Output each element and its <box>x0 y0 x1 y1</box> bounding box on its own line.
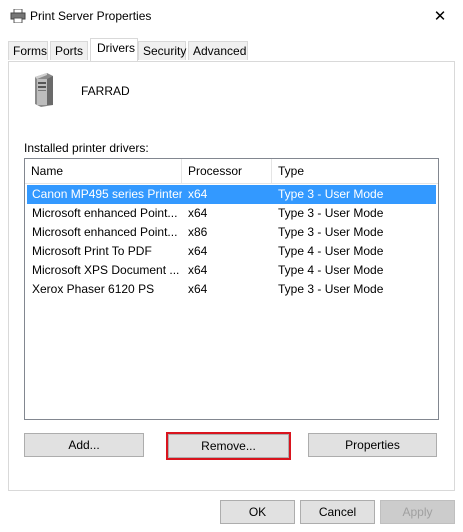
tab-strip: Forms Ports Drivers Security Advanced <box>8 38 455 62</box>
tab-security[interactable]: Security <box>138 41 186 60</box>
button-label: Properties <box>345 438 400 452</box>
driver-type: Type 4 - User Mode <box>278 244 384 258</box>
ok-button[interactable]: OK <box>220 500 295 524</box>
close-button[interactable]: ✕ <box>417 0 463 32</box>
tab-drivers[interactable]: Drivers <box>90 38 138 61</box>
driver-name: Xerox Phaser 6120 PS <box>32 282 155 296</box>
driver-type: Type 3 - User Mode <box>278 206 384 220</box>
drivers-panel: FARRAD Installed printer drivers: Name P… <box>8 61 455 491</box>
column-label: Name <box>31 164 64 178</box>
tab-advanced[interactable]: Advanced <box>188 41 248 60</box>
tab-label: Drivers <box>97 41 135 55</box>
close-icon: ✕ <box>433 8 447 25</box>
window-title: Print Server Properties <box>30 9 152 23</box>
table-row[interactable]: Microsoft XPS Document ... x64 Type 4 - … <box>27 261 436 280</box>
button-label: OK <box>248 505 267 519</box>
button-label: Apply <box>402 505 433 519</box>
tab-ports[interactable]: Ports <box>50 41 88 60</box>
driver-processor: x64 <box>188 282 208 296</box>
driver-name: Microsoft XPS Document ... <box>32 263 180 277</box>
column-header-processor[interactable]: Processor <box>182 159 272 184</box>
driver-name: Canon MP495 series Printer <box>32 187 182 201</box>
button-label: Cancel <box>318 505 357 519</box>
tab-label: Security <box>143 44 187 58</box>
tab-forms[interactable]: Forms <box>8 41 48 60</box>
remove-button[interactable]: Remove... <box>168 434 289 458</box>
column-header-type[interactable]: Type <box>272 159 438 184</box>
driver-processor: x64 <box>188 263 208 277</box>
apply-button[interactable]: Apply <box>380 500 455 524</box>
installed-drivers-label: Installed printer drivers: <box>24 141 149 155</box>
printer-icon <box>10 9 26 23</box>
cancel-button[interactable]: Cancel <box>300 500 375 524</box>
table-row[interactable]: Xerox Phaser 6120 PS x64 Type 3 - User M… <box>27 280 436 299</box>
tab-label: Ports <box>55 44 84 58</box>
driver-type: Type 3 - User Mode <box>278 225 384 239</box>
column-label: Type <box>278 164 305 178</box>
tab-label: Advanced <box>193 44 247 58</box>
table-row[interactable]: Canon MP495 series Printer x64 Type 3 - … <box>27 185 436 204</box>
server-name: FARRAD <box>81 84 130 98</box>
driver-type: Type 4 - User Mode <box>278 263 384 277</box>
driver-name: Microsoft Print To PDF <box>32 244 152 258</box>
properties-button[interactable]: Properties <box>308 433 437 457</box>
driver-processor: x64 <box>188 206 208 220</box>
driver-type: Type 3 - User Mode <box>278 187 384 201</box>
driver-type: Type 3 - User Mode <box>278 282 384 296</box>
add-button[interactable]: Add... <box>24 433 144 457</box>
driver-name: Microsoft enhanced Point... <box>32 206 178 220</box>
table-row[interactable]: Microsoft enhanced Point... x86 Type 3 -… <box>27 223 436 242</box>
title-bar: Print Server Properties ✕ <box>0 0 463 32</box>
table-row[interactable]: Microsoft enhanced Point... x64 Type 3 -… <box>27 204 436 223</box>
driver-processor: x64 <box>188 187 208 201</box>
button-label: Remove... <box>201 439 256 453</box>
driver-processor: x86 <box>188 225 208 239</box>
server-icon <box>35 73 53 107</box>
column-header-name[interactable]: Name <box>25 159 182 184</box>
column-label: Processor <box>188 164 243 178</box>
table-row[interactable]: Microsoft Print To PDF x64 Type 4 - User… <box>27 242 436 261</box>
list-header: Name Processor Type <box>25 159 438 184</box>
button-label: Add... <box>68 438 100 452</box>
tab-label: Forms <box>13 44 47 58</box>
driver-name: Microsoft enhanced Point... <box>32 225 178 239</box>
drivers-list[interactable]: Name Processor Type Canon MP495 series P… <box>24 158 439 420</box>
driver-processor: x64 <box>188 244 208 258</box>
